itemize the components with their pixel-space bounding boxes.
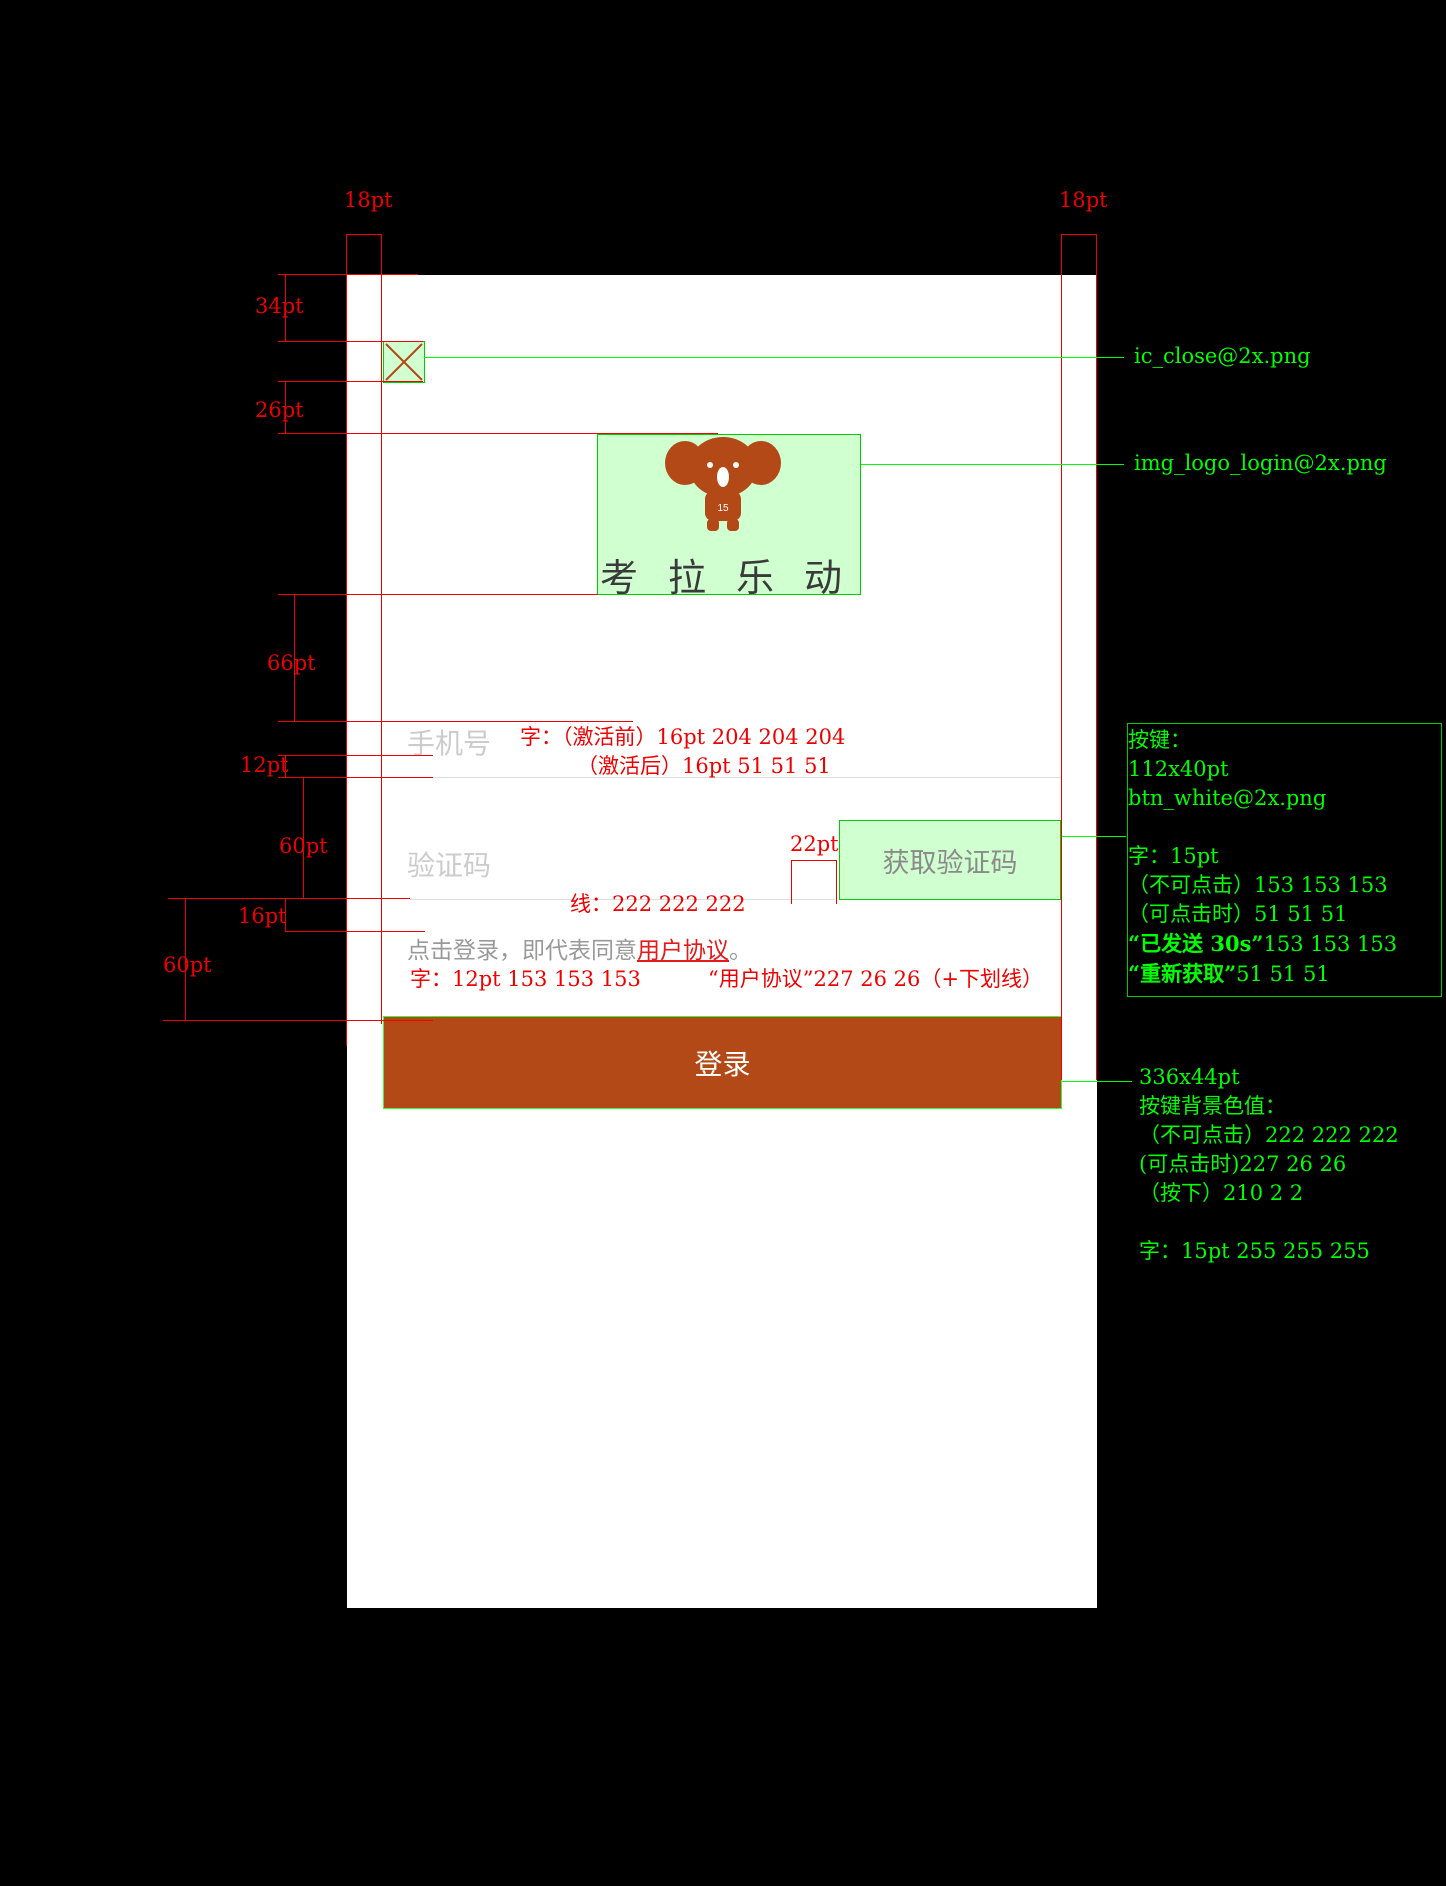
leader-login-button-2 [1097,1081,1132,1082]
code-note-retry-label: “重新获取” [1128,961,1237,986]
note-phone-font: 字：（激活前）16pt 204 204 204 [520,725,846,749]
agreement-prefix: 点击登录，即代表同意 [407,938,637,964]
code-note-sent-color: 153 153 153 [1263,932,1398,956]
login-note-spacer [1139,1208,1444,1237]
guide-right-inner [1061,234,1062,1080]
guide-h-phone-a [278,755,433,756]
code-note-font: 字：15pt [1128,844,1219,868]
guide-left-outer [346,234,347,1046]
measure-phone-top: 66pt [267,651,316,675]
measure-logo-top: 26pt [255,398,304,422]
leader-login-button [1062,1081,1097,1082]
measure-right-margin: 18pt [1059,188,1108,212]
guide-h-code-line [168,898,410,899]
code-note-enabled: （可点击时）51 51 51 [1128,902,1348,926]
note-agree-font: 字：12pt 153 153 153 [410,967,641,991]
guide-22-left [791,860,792,904]
brand-name: 考拉乐动 [600,556,873,600]
code-note-disabled: （不可点击）153 153 153 [1128,873,1388,897]
agreement-suffix: 。 [729,938,752,964]
koala-mascot-icon: 15 [665,437,781,531]
login-button-notes: 336x44pt 按键背景色值： （不可点击）222 222 222 (可点击时… [1139,1063,1444,1263]
guide-h-close-top [278,341,423,342]
leader-code-button [1062,836,1126,837]
login-button[interactable]: 登录 [383,1016,1062,1109]
guide-h-logo-bottom [278,594,598,595]
guide-h-logo-top [278,433,718,434]
guide-left-inner [381,234,382,1024]
mascot-badge: 15 [717,503,729,514]
note-close-file: ic_close@2x.png [1134,344,1311,368]
agreement-text: 点击登录，即代表同意用户协议。 [407,931,752,965]
code-note-sent-label: “已发送 30s” [1128,931,1264,956]
user-agreement-link[interactable]: 用户协议 [637,938,729,964]
note-line-color: 线：222 222 222 [570,892,746,916]
guide-top-right [1061,234,1097,235]
code-note-sent: “已发送 30s”153 153 153 [1128,929,1441,959]
phone-input[interactable]: 手机号 [407,722,491,762]
guide-h-login-top [163,1020,433,1021]
login-note-font: 字：15pt 255 255 255 [1139,1239,1370,1263]
guide-22-bar [791,860,837,861]
login-note-disabled: （不可点击）222 222 222 [1139,1123,1399,1147]
note-logo-file: img_logo_login@2x.png [1134,451,1387,475]
close-icon-glyph [385,343,423,381]
measure-agree-top: 16pt [238,904,287,928]
guide-h-close-bottom [278,381,423,382]
leader-logo [861,464,1124,465]
login-note-bg-title: 按键背景色值： [1139,1094,1286,1118]
login-note-size: 336x44pt [1139,1065,1240,1089]
code-note-retry: “重新获取”51 51 51 [1128,959,1441,989]
code-note-size: 112x40pt [1128,757,1229,781]
measure-left-margin: 18pt [344,188,393,212]
guide-h-agree [285,931,425,932]
code-input[interactable]: 验证码 [407,844,491,884]
login-note-pressed: （按下）210 2 2 [1139,1181,1304,1205]
login-note-enabled: (可点击时)227 26 26 [1139,1152,1347,1176]
note-phone-font-active: （激活后）16pt 51 51 51 [577,754,831,778]
measure-button-gap: 22pt [790,832,839,856]
code-note-title: 按键： [1128,728,1191,752]
guide-h-top [278,274,418,275]
code-note-retry-color: 51 51 51 [1236,962,1330,986]
code-button-notes: 按键： 112x40pt btn_white@2x.png 字：15pt （不可… [1127,723,1442,997]
guide-right-outer [1096,234,1097,1080]
measure-code-gap: 60pt [279,834,328,858]
code-note-file: btn_white@2x.png [1128,786,1327,810]
logo-area: 15 考拉乐动 [597,434,861,600]
guide-22-right [836,860,837,904]
measure-close-top: 34pt [255,294,304,318]
code-note-spacer [1128,813,1441,842]
guide-h-phone-b [278,777,433,778]
measure-login-gap: 60pt [163,953,212,977]
note-agree-link-font: “用户协议”227 26 26（+下划线） [708,967,1043,991]
get-code-button[interactable]: 获取验证码 [839,820,1061,900]
measure-phone-line: 12pt [240,753,289,777]
guide-top-left [346,234,382,235]
leader-close [424,357,1124,358]
close-icon[interactable] [383,341,425,383]
